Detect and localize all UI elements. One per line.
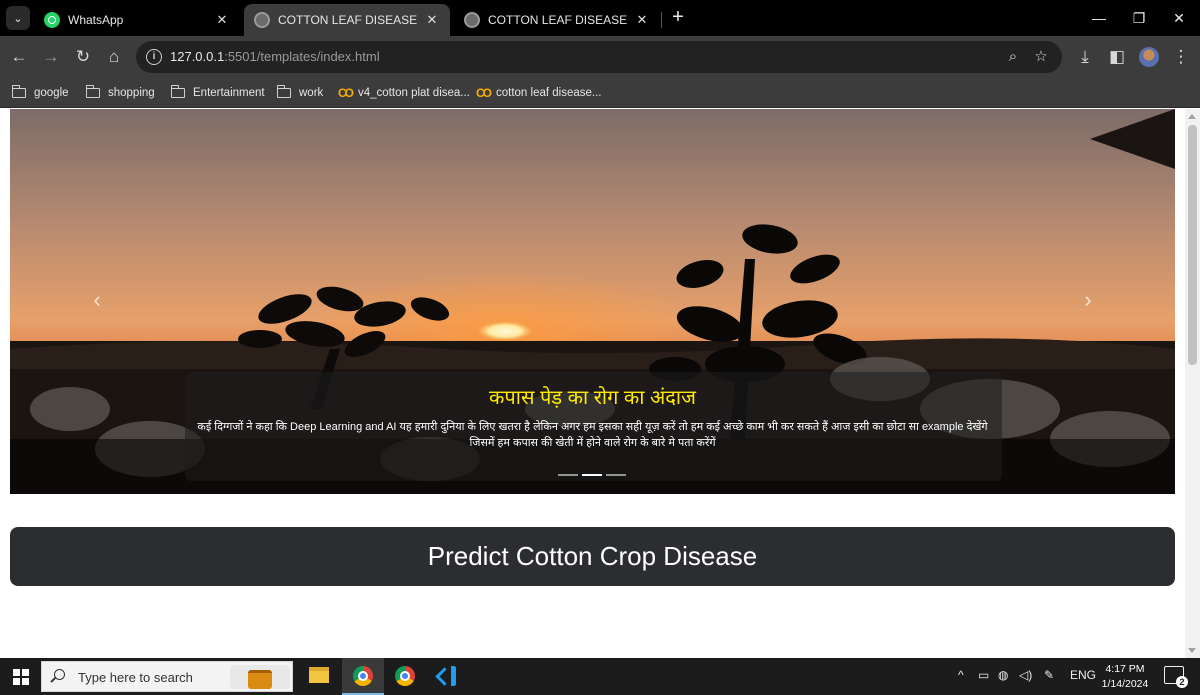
bookmark-label: v4_cotton plat disea... bbox=[358, 87, 470, 99]
colab-icon: CO bbox=[476, 86, 492, 100]
tab-strip: ⌄ WhatsApp ✕ COTTON LEAF DISEASE DETECT … bbox=[0, 0, 1200, 36]
folder-icon bbox=[85, 85, 100, 98]
whatsapp-icon bbox=[44, 12, 60, 28]
taskbar-chrome-active[interactable] bbox=[342, 658, 384, 695]
chrome-icon bbox=[353, 666, 373, 686]
taskbar-search-box[interactable]: Type here to search bbox=[41, 661, 293, 692]
close-tab-icon[interactable]: ✕ bbox=[634, 12, 650, 28]
network-globe-icon[interactable]: ◍ bbox=[998, 668, 1008, 682]
download-icon[interactable]: ⤓ bbox=[1072, 44, 1098, 70]
search-icon bbox=[54, 669, 65, 680]
side-panel-icon[interactable]: ◧ bbox=[1104, 44, 1130, 70]
predict-heading: Predict Cotton Crop Disease bbox=[10, 527, 1175, 586]
tray-overflow-icon[interactable]: ^ bbox=[958, 668, 964, 682]
notification-count-badge: 2 bbox=[1176, 676, 1188, 688]
back-icon[interactable]: ← bbox=[6, 44, 32, 70]
profile-avatar[interactable] bbox=[1139, 47, 1159, 67]
carousel-indicator-1[interactable] bbox=[558, 474, 578, 476]
tab-cotton[interactable]: COTTON LEAF DISEASE DETECT ✕ bbox=[454, 4, 660, 36]
bookmark-cotton-leaf[interactable]: CO cotton leaf disease... bbox=[476, 84, 601, 102]
close-window-button[interactable]: ✕ bbox=[1160, 0, 1198, 36]
notification-center-icon[interactable]: 2 bbox=[1164, 666, 1188, 688]
battery-icon[interactable]: ▭ bbox=[978, 668, 989, 682]
url-host: 127.0.0.1 bbox=[170, 49, 225, 64]
carousel-caption-text: कई दिग्गजों ने कहा कि Deep Learning and … bbox=[190, 419, 995, 451]
chrome-icon bbox=[395, 666, 415, 686]
forward-icon[interactable]: → bbox=[38, 44, 64, 70]
tab-title: WhatsApp bbox=[68, 13, 124, 27]
tab-title: COTTON LEAF DISEASE DETECT bbox=[278, 13, 418, 27]
colab-icon: CO bbox=[338, 86, 354, 100]
restore-button[interactable]: ❐ bbox=[1120, 0, 1158, 36]
tab-search-button[interactable]: ⌄ bbox=[6, 6, 30, 30]
tab-separator bbox=[661, 12, 662, 28]
taskbar-chrome[interactable] bbox=[384, 658, 426, 695]
carousel-indicator-3[interactable] bbox=[606, 474, 626, 476]
bookmark-label: shopping bbox=[108, 87, 155, 99]
bookmark-shopping[interactable]: shopping bbox=[85, 84, 155, 102]
scroll-up-icon[interactable] bbox=[1188, 114, 1196, 119]
home-icon[interactable]: ⌂ bbox=[101, 44, 127, 70]
carousel-next-button[interactable]: › bbox=[1078, 289, 1098, 313]
bookmark-label: Entertainment bbox=[193, 87, 265, 99]
hero-carousel: ‹ › कपास पेड़ का रोग का अंदाज कई दिग्गजो… bbox=[10, 109, 1175, 494]
volume-icon[interactable]: ◁) bbox=[1019, 668, 1032, 682]
new-tab-button[interactable]: + bbox=[666, 6, 690, 30]
bookmark-label: work bbox=[299, 87, 324, 99]
scrollbar-thumb[interactable] bbox=[1188, 125, 1197, 365]
vscode-icon bbox=[438, 666, 456, 686]
bookmark-label: cotton leaf disease... bbox=[496, 87, 602, 99]
browser-toolbar: ← → ↻ ⌂ i 127.0.0.1:5501/templates/index… bbox=[0, 36, 1200, 78]
bookmark-star-icon[interactable]: ☆ bbox=[1030, 46, 1052, 68]
folder-icon bbox=[11, 85, 26, 98]
site-info-icon[interactable]: i bbox=[146, 49, 162, 65]
taskbar-search-placeholder: Type here to search bbox=[78, 670, 193, 685]
clock-time: 4:17 PM bbox=[1105, 663, 1145, 675]
windows-taskbar: Type here to search ^ ▭ ◍ ◁) ✎ ENG 4:17 … bbox=[0, 658, 1200, 695]
globe-icon bbox=[464, 12, 480, 28]
bookmarks-bar: google shopping Entertainment work CO v4… bbox=[0, 78, 1200, 108]
file-explorer-icon bbox=[309, 667, 329, 683]
tab-cotton-active[interactable]: COTTON LEAF DISEASE DETECT ✕ bbox=[244, 4, 450, 36]
tab-title: COTTON LEAF DISEASE DETECT bbox=[488, 13, 628, 27]
page-viewport: ‹ › कपास पेड़ का रोग का अंदाज कई दिग्गजो… bbox=[0, 109, 1185, 658]
menu-kebab-icon[interactable]: ⋮ bbox=[1168, 44, 1194, 70]
clock-date: 1/14/2024 bbox=[1101, 678, 1149, 690]
carousel-prev-button[interactable]: ‹ bbox=[87, 289, 107, 313]
folder-icon bbox=[170, 85, 185, 98]
bookmark-v4-cotton[interactable]: CO v4_cotton plat disea... bbox=[338, 84, 470, 102]
folder-icon bbox=[276, 85, 291, 98]
url-path: :5501/templates/index.html bbox=[224, 49, 380, 64]
address-bar[interactable]: i 127.0.0.1:5501/templates/index.html ⌕ … bbox=[136, 41, 1062, 73]
scroll-down-icon[interactable] bbox=[1188, 648, 1196, 653]
windows-start-icon[interactable] bbox=[13, 669, 29, 685]
zoom-icon[interactable]: ⌕ bbox=[1002, 46, 1024, 68]
taskbar-file-explorer[interactable] bbox=[298, 658, 340, 695]
taskbar-clock[interactable]: 4:17 PM 1/14/2024 bbox=[1096, 662, 1154, 692]
briefcase-icon bbox=[230, 665, 290, 689]
close-tab-icon[interactable]: ✕ bbox=[424, 12, 440, 28]
bookmark-label: google bbox=[34, 87, 69, 99]
bookmark-entertainment[interactable]: Entertainment bbox=[170, 84, 265, 102]
bookmark-work[interactable]: work bbox=[276, 84, 324, 102]
globe-icon bbox=[254, 12, 270, 28]
carousel-caption-title: कपास पेड़ का रोग का अंदाज bbox=[489, 387, 696, 409]
language-indicator[interactable]: ENG bbox=[1070, 668, 1096, 682]
tab-whatsapp[interactable]: WhatsApp ✕ bbox=[34, 4, 240, 36]
carousel-indicators bbox=[558, 474, 626, 478]
url-text[interactable]: 127.0.0.1:5501/templates/index.html bbox=[170, 49, 380, 64]
minimize-button[interactable]: — bbox=[1080, 0, 1118, 36]
caption-line-2: जिसमें हम कपास की खेती में होने वाले रोग… bbox=[469, 437, 716, 449]
carousel-indicator-2[interactable] bbox=[582, 474, 602, 476]
reload-icon[interactable]: ↻ bbox=[70, 44, 96, 70]
bookmark-google[interactable]: google bbox=[11, 84, 69, 102]
close-tab-icon[interactable]: ✕ bbox=[214, 12, 230, 28]
pen-icon[interactable]: ✎ bbox=[1044, 668, 1054, 682]
taskbar-vscode[interactable] bbox=[426, 658, 468, 695]
page-scrollbar[interactable] bbox=[1185, 109, 1200, 658]
caption-line-1: कई दिग्गजों ने कहा कि Deep Learning and … bbox=[197, 421, 988, 433]
